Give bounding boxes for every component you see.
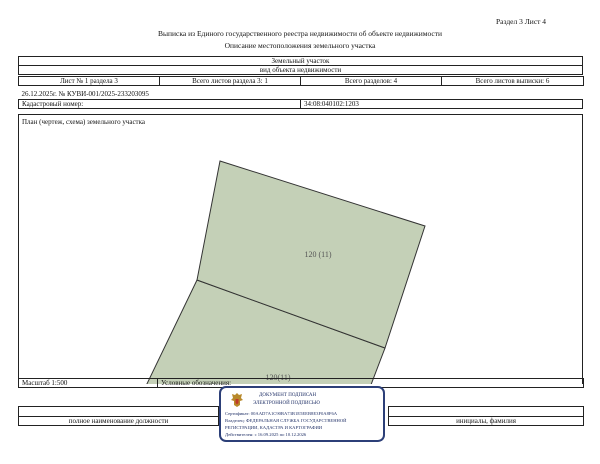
- stamp-certificate: Сертификат: 00AAD7A1C90BA73B1E5EEB8E3F0A…: [225, 411, 338, 416]
- signature-cell: [388, 406, 584, 417]
- object-name: Земельный участок: [18, 56, 583, 66]
- position-cell: [18, 406, 219, 417]
- cadastral-number: 34:08:040102:1203: [300, 98, 583, 109]
- plan-caption: План (чертеж, схема) земельного участка: [22, 118, 146, 126]
- sheet-info-table: Лист № 1 раздела 3 Всего листов раздела …: [18, 76, 584, 86]
- parcel-upper-label: 120 (11): [304, 250, 331, 259]
- document-title: Выписка из Единого государственного реес…: [157, 29, 443, 38]
- stamp-line-2: ЭЛЕКТРОННОЙ ПОДПИСЬЮ: [253, 401, 320, 406]
- scale-text: Масштаб 1:500: [18, 378, 158, 388]
- parcel-drawing: 120 (11) 120(11): [146, 160, 426, 384]
- stamp-owner-cont: РЕГИСТРАЦИИ, КАДАСТРА И КАРТОГРАФИИ: [225, 425, 323, 430]
- position-label: полное наименование должности: [18, 416, 219, 426]
- reference-number: 26.12.2025г. № КУВИ-001/2025-233203095: [18, 90, 583, 100]
- total-sheets-extract: Всего листов выписки: 6: [441, 76, 584, 86]
- stamp-line-1: ДОКУМЕНТ ПОДПИСАН: [259, 393, 317, 398]
- coat-of-arms-icon: [231, 393, 243, 407]
- stamp-validity: Действителен: с 16.09.2025 по 10.12.2026: [225, 432, 307, 437]
- sheet-number: Лист № 1 раздела 3: [18, 76, 160, 86]
- object-kind-caption: вид объекта недвижимости: [18, 65, 583, 75]
- stamp-owner: Владелец: ФЕДЕРАЛЬНАЯ СЛУЖБА ГОСУДАРСТВЕ…: [225, 418, 347, 423]
- total-sections: Всего разделов: 4: [300, 76, 442, 86]
- object-kind-table: Земельный участок вид объекта недвижимос…: [18, 56, 583, 75]
- total-sheets-section: Всего листов раздела 3: 1: [159, 76, 301, 86]
- reference-table: 26.12.2025г. № КУВИ-001/2025-233203095 К…: [18, 90, 583, 109]
- cadastral-label: Кадастровый номер:: [18, 98, 301, 109]
- signature-label: инициалы, фамилия: [388, 416, 584, 426]
- plan-area: 120 (11) 120(11) План (чертеж, схема) зе…: [18, 114, 583, 384]
- document-subtitle: Описание местоположения земельного участ…: [224, 41, 376, 50]
- section-sheet-number: Раздел 3 Лист 4: [496, 17, 547, 26]
- electronic-signature-stamp: ДОКУМЕНТ ПОДПИСАН ЭЛЕКТРОННОЙ ПОДПИСЬЮ С…: [219, 386, 385, 442]
